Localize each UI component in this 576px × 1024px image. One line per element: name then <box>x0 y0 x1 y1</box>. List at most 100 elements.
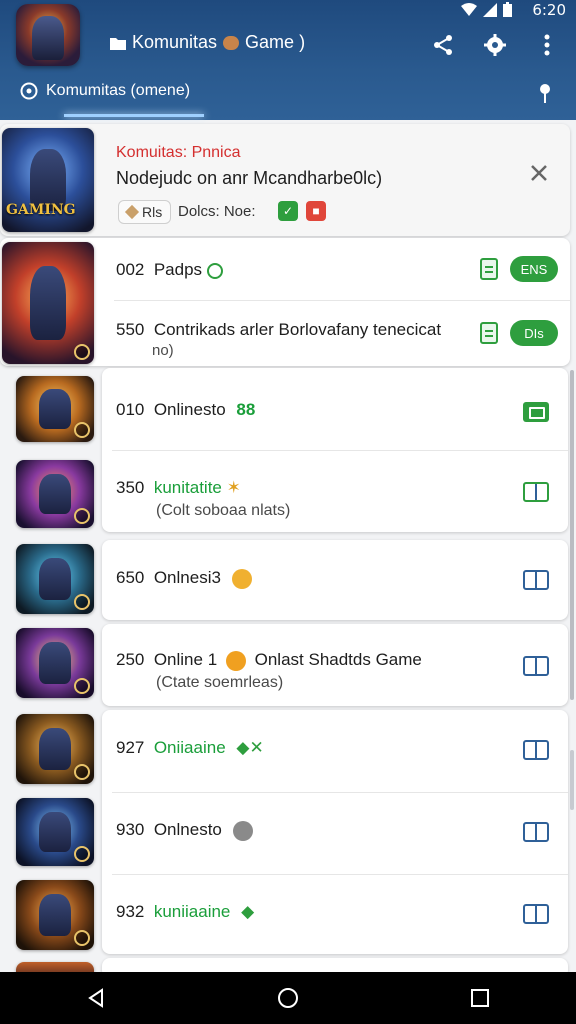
wifi-icon <box>461 2 477 16</box>
row-tag: 88 <box>236 400 256 419</box>
face-icon <box>232 820 253 841</box>
emblem-icon <box>74 344 90 360</box>
brush-icon <box>124 204 140 220</box>
featured-title: Nodejudc on anr Mcandharbe0lc) <box>116 168 383 188</box>
app-bar: 6:20 Komunitas Game ) Komumitas (omene) <box>0 0 576 120</box>
doc-icon[interactable] <box>480 322 498 344</box>
row-subtitle: (Colt soboaa nlats) <box>156 502 291 519</box>
thumb-figure <box>39 811 71 853</box>
row-extra: Onlast Shadtds Game <box>254 650 422 669</box>
layout-icon[interactable] <box>523 822 549 842</box>
share-button[interactable] <box>430 32 456 58</box>
star-badge-icon <box>231 568 252 589</box>
tab-label: Komumitas (omene) <box>46 82 191 99</box>
layout-icon[interactable] <box>523 482 549 502</box>
back-icon <box>88 988 103 1008</box>
thumb-figure <box>39 389 71 429</box>
emblem-icon <box>74 678 90 694</box>
row-number: 930 <box>116 820 145 839</box>
status-pill[interactable]: DIs <box>510 320 558 346</box>
divider <box>112 792 568 793</box>
thumb-figure <box>39 728 71 770</box>
row-thumbnail <box>16 460 94 528</box>
status-icons <box>461 2 512 17</box>
home-button[interactable] <box>268 978 308 1018</box>
overflow-menu-button[interactable] <box>534 32 560 58</box>
featured-card[interactable]: GAMING Komuitas: Pnnica Nodejudc on anr … <box>0 124 570 236</box>
app-avatar[interactable] <box>16 4 80 66</box>
settings-button[interactable] <box>482 32 508 58</box>
group-thumbnail <box>2 242 94 364</box>
row-name: Contrikads arler Borlovafany tenecicat <box>153 320 442 339</box>
featured-chip[interactable]: Rls <box>118 200 172 224</box>
row-card <box>102 958 568 972</box>
emblem-icon <box>74 594 90 610</box>
row-number: 350 <box>116 478 145 497</box>
emblem-icon <box>74 846 90 862</box>
recents-button[interactable] <box>460 978 500 1018</box>
divider <box>114 300 570 301</box>
divider <box>112 450 568 451</box>
featured-heading: Komuitas: Pnnica <box>116 144 241 161</box>
thumb-figure <box>39 642 71 684</box>
layout-icon[interactable] <box>523 570 549 590</box>
row-name: kunitatite <box>153 478 222 497</box>
signal-icon <box>483 2 497 17</box>
system-nav-bar <box>0 972 576 1024</box>
pin-button[interactable] <box>532 80 558 106</box>
recents-icon <box>471 989 489 1007</box>
check-badge-icon: ✓ <box>278 201 298 221</box>
row-text: 930 Onlnesto <box>116 820 253 841</box>
row-name: Onlnesi3 <box>153 568 221 587</box>
row-name: Onlnesto <box>153 820 222 839</box>
dismiss-button[interactable] <box>526 160 552 186</box>
featured-thumbnail: GAMING <box>2 128 94 232</box>
toolbar-actions <box>430 32 560 58</box>
more-vert-icon <box>544 34 550 56</box>
emblem-icon <box>74 508 90 524</box>
back-button[interactable] <box>76 978 116 1018</box>
info-icon <box>206 262 223 279</box>
layout-icon[interactable] <box>523 904 549 924</box>
community-list: GAMING Komuitas: Pnnica Nodejudc on anr … <box>0 120 576 972</box>
status-pill[interactable]: ENS <box>510 256 558 282</box>
layout-icon[interactable] <box>523 740 549 760</box>
emblem-icon <box>74 764 90 780</box>
row-thumbnail <box>16 544 94 614</box>
row-text: 350 kunitatite ✶ <box>116 478 241 498</box>
status-time: 6:20 <box>532 1 566 19</box>
group-card: 002 Padps ENS 550 Contrikads arler Borlo… <box>0 238 570 366</box>
scrollbar-secondary[interactable] <box>570 750 574 810</box>
row-subtitle: no) <box>152 342 174 359</box>
row-text: 932 kuniiaaine ◆ <box>116 902 254 922</box>
row-number: 932 <box>116 902 145 921</box>
share-icon <box>434 35 452 55</box>
emoji-icon <box>225 650 246 671</box>
sparkle-icon: ✶ <box>226 478 241 497</box>
battery-icon <box>503 2 512 17</box>
row-thumbnail <box>16 714 94 784</box>
scrollbar[interactable] <box>570 370 574 700</box>
tab-row: Komumitas (omene) <box>0 72 576 120</box>
row-name: Padps <box>153 260 203 279</box>
row-text: 010 Onlinesto 88 <box>116 400 255 420</box>
doc-icon[interactable] <box>480 258 498 280</box>
tab-community[interactable]: Komumitas (omene) <box>20 82 190 100</box>
app-title-text: Komunitas <box>132 32 218 52</box>
row-thumbnail <box>16 376 94 442</box>
row-text: 927 Oniiaaine ◆✕ <box>116 738 264 758</box>
emblem-icon <box>74 422 90 438</box>
gear-icon <box>484 34 506 56</box>
layout-icon[interactable] <box>523 656 549 676</box>
row-number: 010 <box>116 400 145 419</box>
row-subtitle: (Ctate soemrleas) <box>156 674 284 691</box>
open-icon[interactable] <box>523 402 549 422</box>
row-text: 650 Onlnesi3 <box>116 568 252 589</box>
divider <box>112 874 568 875</box>
row-number: 927 <box>116 738 145 757</box>
diamond-icon: ◆ <box>241 902 255 921</box>
thumb-figure <box>29 266 67 340</box>
row-number: 650 <box>116 568 145 587</box>
row-text: 002 Padps <box>116 260 223 280</box>
screen: 6:20 Komunitas Game ) Komumitas (omene) … <box>0 0 576 1024</box>
